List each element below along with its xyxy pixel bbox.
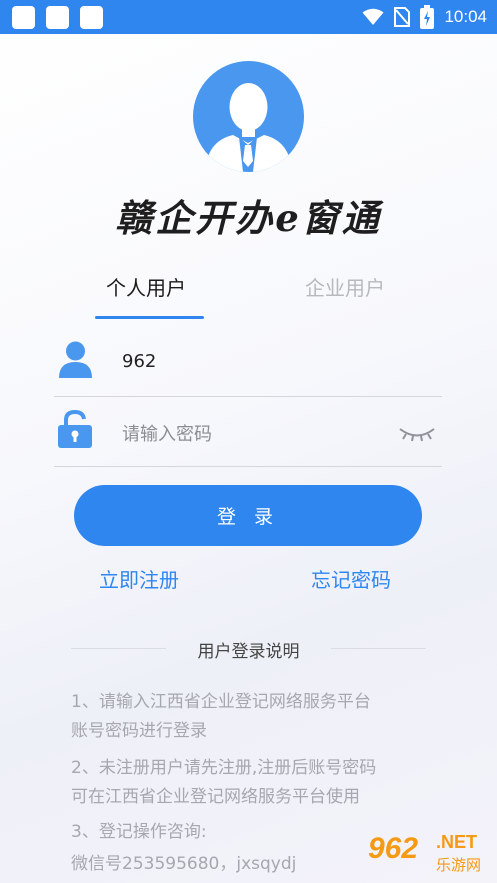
active-tab-indicator bbox=[95, 316, 204, 319]
instruction-line: 微信号253595680，jxsqydj bbox=[71, 854, 297, 874]
watermark-sub: 乐游网 bbox=[436, 856, 482, 874]
notification-icon-2 bbox=[46, 6, 69, 29]
instruction-line: 3、登记操作咨询: bbox=[71, 822, 207, 842]
register-link[interactable]: 立即注册 bbox=[99, 564, 179, 593]
wifi-icon bbox=[362, 8, 384, 25]
instruction-line: 1、请输入江西省企业登记网络服务平台 bbox=[71, 692, 371, 712]
eye-closed-icon[interactable] bbox=[398, 426, 436, 442]
lock-icon bbox=[58, 410, 92, 448]
username-field[interactable]: 962 bbox=[122, 351, 156, 372]
instruction-line: 可在江西省企业登记网络服务平台使用 bbox=[71, 787, 360, 807]
instruction-line: 账号密码进行登录 bbox=[71, 721, 207, 741]
avatar bbox=[193, 61, 304, 172]
login-button[interactable]: 登 录 bbox=[74, 485, 422, 546]
password-divider bbox=[54, 466, 442, 467]
username-divider bbox=[54, 396, 442, 397]
password-field[interactable] bbox=[122, 419, 382, 449]
brand-title: 赣企开办e窗通 bbox=[115, 196, 382, 240]
instruction-line: 2、未注册用户请先注册,注册后账号密码 bbox=[71, 758, 377, 778]
tab-company-user[interactable]: 企业用户 bbox=[305, 272, 385, 301]
watermark-net: .NET bbox=[436, 832, 478, 852]
tab-personal-user[interactable]: 个人用户 bbox=[106, 272, 186, 301]
notification-icon-1 bbox=[12, 6, 35, 29]
watermark-number: 962 bbox=[368, 832, 419, 865]
no-sim-icon bbox=[394, 7, 411, 27]
instructions-title: 用户登录说明 bbox=[197, 642, 300, 662]
watermark-logo: 962 .NET 乐游网 bbox=[360, 828, 495, 880]
user-icon bbox=[59, 341, 92, 378]
instructions-divider-right bbox=[331, 648, 426, 649]
status-time: 10:04 bbox=[444, 7, 487, 26]
forgot-password-link[interactable]: 忘记密码 bbox=[311, 564, 391, 593]
status-bar: 10:04 bbox=[0, 0, 497, 34]
battery-icon bbox=[420, 5, 435, 29]
notification-icon-3 bbox=[80, 6, 103, 29]
